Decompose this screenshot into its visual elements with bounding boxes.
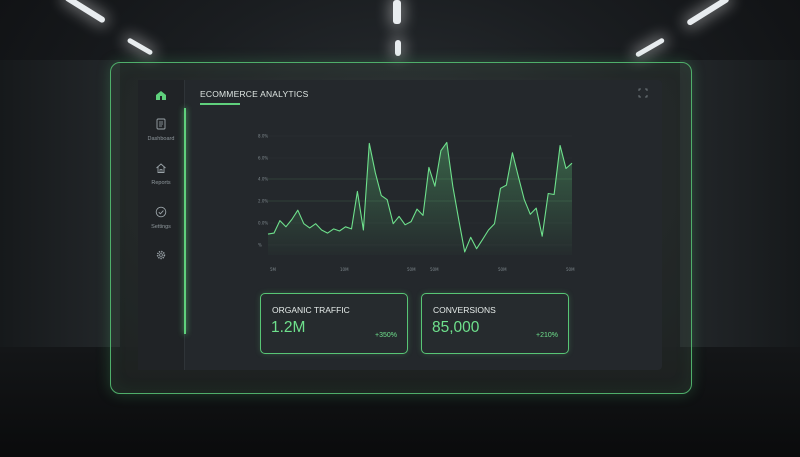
- wall-left: [0, 60, 120, 360]
- card-change: +210%: [536, 332, 558, 339]
- check-circle-icon: [155, 206, 167, 218]
- ceiling-light: [63, 0, 107, 24]
- document-icon: [156, 118, 166, 130]
- card-value: 1.2M: [271, 319, 306, 336]
- page-title: ECOMMERCE ANALYTICS: [200, 89, 309, 99]
- sidebar-item-reports[interactable]: Reports: [138, 162, 184, 186]
- card-title: ORGANIC TRAFFIC: [272, 305, 350, 315]
- x-tick-label: 50M: [566, 267, 575, 272]
- wall-right: [680, 60, 800, 360]
- sidebar-item-label: Dashboard: [147, 136, 175, 142]
- logo-icon: [156, 91, 166, 100]
- y-tick-label: 8.0%: [258, 134, 268, 139]
- ceiling-light: [634, 37, 666, 58]
- sidebar-item-dashboard[interactable]: Dashboard: [138, 118, 184, 142]
- card-value: 85,000: [432, 319, 480, 336]
- y-tick-label: 6.0%: [258, 156, 268, 161]
- y-tick-label: 4.0%: [258, 177, 268, 182]
- organic-traffic-card[interactable]: ORGANIC TRAFFIC 1.2M +350%: [260, 293, 408, 354]
- sidebar-accent-line: [184, 108, 186, 334]
- ceiling-light: [393, 0, 401, 24]
- conversions-card[interactable]: CONVERSIONS 85,000 +210%: [421, 293, 569, 354]
- x-tick-label: 5M: [270, 267, 277, 272]
- ceiling-light: [126, 37, 154, 56]
- y-tick-label: %: [258, 243, 262, 248]
- sidebar-item-label: Reports: [151, 180, 171, 186]
- y-tick-label: 2.0%: [258, 199, 268, 204]
- dashboard-screen: Dashboard Reports Settings ECOMMERCE ANA…: [138, 80, 662, 370]
- home-icon: [156, 163, 166, 173]
- gear-icon: [156, 250, 166, 260]
- chart-area: [268, 142, 572, 255]
- x-tick-label: 50M: [407, 267, 416, 272]
- title-underline: [200, 103, 240, 105]
- card-title: CONVERSIONS: [433, 305, 496, 315]
- sidebar-item-label: Settings: [151, 224, 171, 230]
- sidebar: Dashboard Reports Settings: [138, 80, 185, 370]
- ceiling-light: [395, 40, 401, 56]
- x-tick-label: 50M: [430, 267, 439, 272]
- sidebar-item-settings[interactable]: Settings: [138, 206, 184, 230]
- x-tick-label: 50M: [498, 267, 507, 272]
- expand-icon[interactable]: [638, 88, 648, 98]
- analytics-chart: 8.0% 6.0% 4.0% 2.0% 0.0%% 5M 10M 50M 50M 50M 50M: [258, 134, 575, 273]
- y-tick-label: 0.0%: [258, 221, 268, 226]
- card-change: +350%: [375, 332, 397, 339]
- x-tick-label: 10M: [340, 267, 349, 272]
- sidebar-item-gear[interactable]: [138, 249, 184, 261]
- ceiling-light: [686, 0, 730, 27]
